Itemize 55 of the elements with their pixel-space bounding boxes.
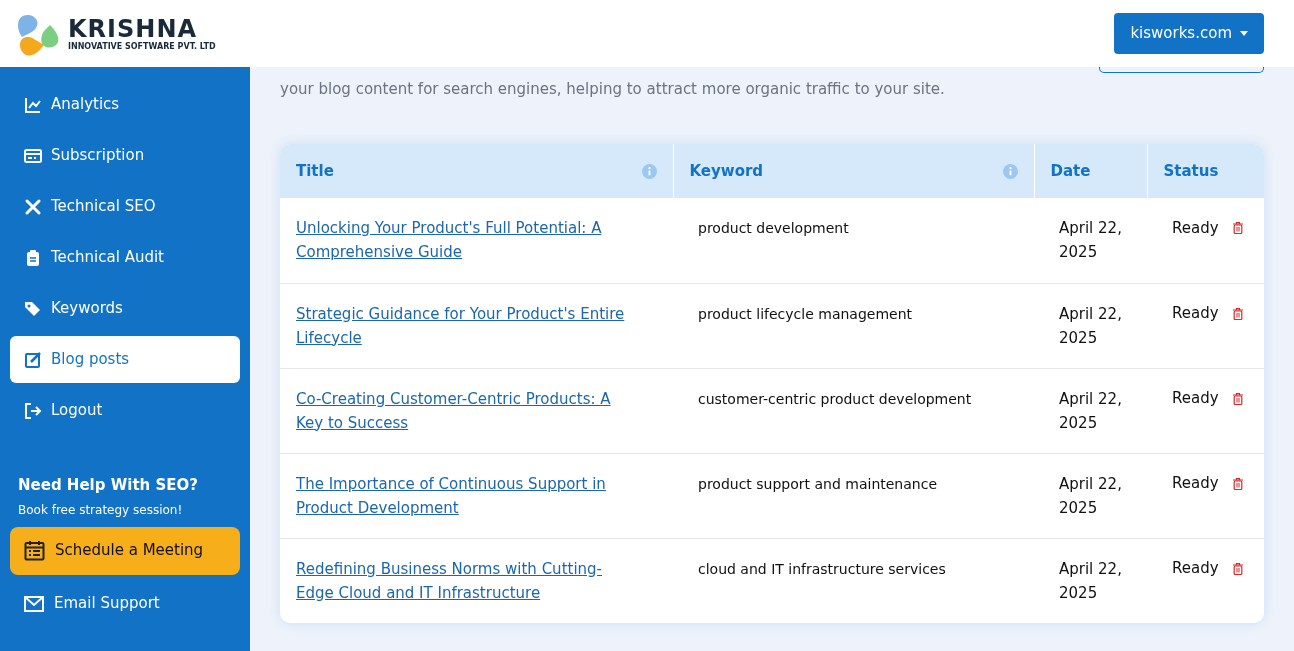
sidebar-item[interactable]: Technical SEO (10, 183, 240, 230)
status-cell-text: Ready (1172, 303, 1219, 325)
clipboard-icon (24, 248, 42, 267)
blog-title-link[interactable]: Unlocking Your Product's Full Potential: A Comprehensive Guide (296, 216, 657, 264)
info-icon (641, 163, 657, 179)
status-cell-text: Ready (1172, 388, 1219, 410)
info-icon (1002, 163, 1018, 179)
sidebar-item[interactable]: Logout (10, 387, 240, 434)
logo-subtitle: INNOVATIVE SOFTWARE PVT. LTD (68, 42, 216, 51)
date-cell-text: April 22, 2025 (1059, 218, 1123, 263)
date-cell-text: April 22, 2025 (1059, 473, 1123, 519)
trash-icon[interactable] (1232, 392, 1243, 405)
column-header: Keyword (673, 144, 1034, 198)
chart-icon (24, 95, 42, 114)
email-support-link[interactable]: Email Support (10, 580, 240, 627)
envelope-icon (24, 595, 44, 612)
edit-icon (24, 350, 42, 369)
site-dropdown-button[interactable]: kisworks.com (1114, 13, 1264, 54)
calendar-icon (24, 540, 45, 561)
trash-icon[interactable] (1232, 222, 1243, 234)
blog-title-link[interactable]: The Importance of Continuous Support in Product Development (296, 471, 657, 520)
help-subtitle: Book free strategy session! (18, 501, 184, 519)
logout-icon (24, 401, 42, 420)
sidebar-item[interactable]: Keywords (10, 285, 240, 332)
card-icon (24, 146, 42, 165)
keyword-cell: customer-centric product development (698, 390, 972, 407)
column-header: Title (280, 144, 673, 198)
caret-icon (1240, 31, 1248, 36)
date-cell-text: April 22, 2025 (1059, 558, 1123, 604)
keyword-cell: product development (698, 220, 849, 236)
tags-icon (24, 299, 42, 318)
trash-icon[interactable] (1232, 477, 1243, 490)
keyword-cell: product support and maintenance (698, 475, 937, 492)
blog-title-link[interactable]: Strategic Guidance for Your Product's Entire Lifecycle (296, 301, 657, 350)
sidebar-item[interactable]: Analytics (10, 81, 240, 128)
date-cell-text: April 22, 2025 (1059, 388, 1123, 434)
status-cell-text: Ready (1172, 558, 1219, 580)
keyword-cell: cloud and IT infrastructure services (698, 560, 946, 577)
logo-title: KRISHNA (68, 16, 199, 41)
help-title: Need Help With SEO? (18, 475, 199, 496)
blog-title-link[interactable]: Co-Creating Customer-Centric Products: A Key to Success (296, 386, 657, 435)
schedule-meeting-button[interactable]: Schedule a Meeting (10, 526, 240, 575)
sidebar-item[interactable]: Subscription (10, 132, 240, 179)
column-header: Date (1034, 144, 1147, 198)
status-cell-text: Ready (1172, 473, 1219, 495)
date-cell-text: April 22, 2025 (1059, 303, 1123, 349)
blog-title-link[interactable]: Redefining Business Norms with Cutting-Edge Cloud and IT Infrastructure (296, 556, 657, 605)
trash-icon[interactable] (1232, 307, 1243, 320)
sidebar-item[interactable]: Blog posts (10, 336, 240, 383)
keyword-cell: product lifecycle management (698, 305, 913, 322)
sidebar-item[interactable]: Technical Audit (10, 234, 240, 281)
trash-icon[interactable] (1232, 562, 1243, 575)
status-cell-text: Ready (1172, 217, 1219, 239)
column-header: Status (1147, 144, 1264, 198)
intro-text: your blog content for search engines, helping to attract more organic traffic to your site. (280, 79, 945, 100)
